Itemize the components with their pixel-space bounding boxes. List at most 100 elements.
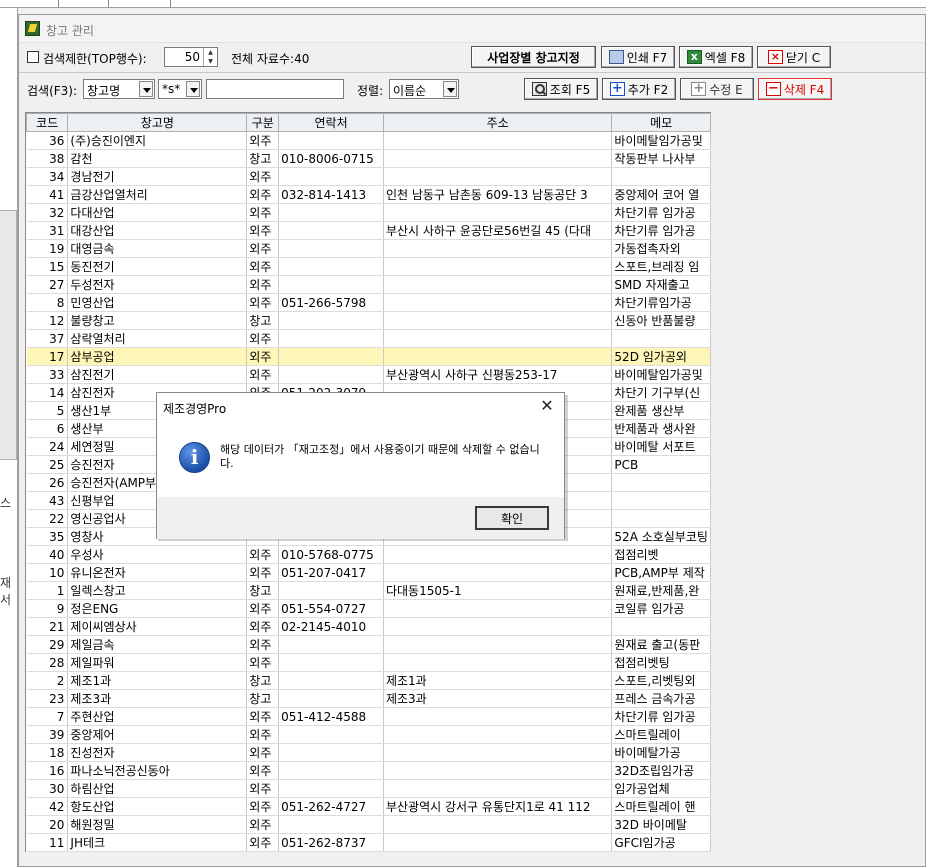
cell-code[interactable]: 9 bbox=[26, 599, 69, 618]
cell-memo[interactable]: 52D 임가공외 bbox=[611, 347, 711, 366]
cell-phone[interactable] bbox=[278, 671, 384, 690]
cell-type[interactable]: 창고 bbox=[246, 149, 280, 168]
add-button[interactable]: + 추가 F2 bbox=[602, 78, 676, 100]
cell-code[interactable]: 33 bbox=[26, 365, 69, 384]
cell-memo[interactable]: 32D조립임가공 bbox=[611, 761, 711, 780]
cell-phone[interactable] bbox=[278, 725, 384, 744]
cell-phone[interactable] bbox=[278, 743, 384, 762]
cell-code[interactable]: 30 bbox=[26, 779, 69, 798]
cell-type[interactable]: 창고 bbox=[246, 311, 280, 330]
cell-address[interactable]: 제조3과 bbox=[383, 689, 613, 708]
cell-code[interactable]: 20 bbox=[26, 815, 69, 834]
cell-name[interactable]: 파나소닉전공신동아 bbox=[67, 761, 248, 780]
cell-phone[interactable] bbox=[278, 365, 384, 384]
cell-memo[interactable] bbox=[611, 473, 711, 492]
table-row[interactable]: 9 정은ENG 외주 051-554-0727 코일류 임가공 bbox=[26, 599, 711, 618]
table-row[interactable]: 36 (주)승진이엔지 외주 바이메탈임가공및 bbox=[26, 131, 711, 150]
cell-code[interactable]: 27 bbox=[26, 275, 69, 294]
cell-phone[interactable]: 051-262-8737 bbox=[278, 833, 384, 852]
table-row[interactable]: 21 제이씨엠상사 외주 02-2145-4010 bbox=[26, 617, 711, 636]
cell-name[interactable]: 불량창고 bbox=[67, 311, 248, 330]
cell-address[interactable] bbox=[383, 347, 613, 366]
cell-memo[interactable] bbox=[611, 491, 711, 510]
cell-address[interactable] bbox=[383, 599, 613, 618]
table-row[interactable]: 41 금강산업열처리 외주 032-814-1413 인천 남동구 남촌동 609-13… bbox=[26, 185, 711, 204]
table-row[interactable]: 33 삼진전기 외주 부산광역시 사하구 신평동253-17 바이메탈임가공및 bbox=[26, 365, 711, 384]
cell-name[interactable]: 항도산업 bbox=[67, 797, 248, 816]
cell-name[interactable]: 정은ENG bbox=[67, 599, 248, 618]
cell-name[interactable]: 진성전자 bbox=[67, 743, 248, 762]
cell-code[interactable]: 31 bbox=[26, 221, 69, 240]
cell-phone[interactable] bbox=[278, 167, 384, 186]
cell-memo[interactable] bbox=[611, 329, 711, 348]
cell-name[interactable]: 제일금속 bbox=[67, 635, 248, 654]
table-row[interactable]: 15 동진전기 외주 스포트,브레징 임 bbox=[26, 257, 711, 276]
cell-name[interactable]: 대강산업 bbox=[67, 221, 248, 240]
cell-memo[interactable]: 52A 소호실부코팅 bbox=[611, 527, 711, 546]
cell-address[interactable] bbox=[383, 275, 613, 294]
cell-address[interactable] bbox=[383, 779, 613, 798]
spinner-buttons[interactable]: ▲ ▼ bbox=[203, 48, 217, 66]
table-row[interactable]: 16 파나소닉전공신동아 외주 32D조립임가공 bbox=[26, 761, 711, 780]
cell-name[interactable]: 주현산업 bbox=[67, 707, 248, 726]
cell-address[interactable] bbox=[383, 257, 613, 276]
cell-code[interactable]: 40 bbox=[26, 545, 69, 564]
site-warehouse-button[interactable]: 사업장별 창고지정 bbox=[471, 46, 596, 68]
cell-phone[interactable]: 02-2145-4010 bbox=[278, 617, 384, 636]
cell-memo[interactable]: 접점리벳팅 bbox=[611, 653, 711, 672]
cell-name[interactable]: 대영금속 bbox=[67, 239, 248, 258]
cell-type[interactable]: 외주 bbox=[246, 293, 280, 312]
cell-code[interactable]: 34 bbox=[26, 167, 69, 186]
cell-name[interactable]: 삼락열처리 bbox=[67, 329, 248, 348]
cell-name[interactable]: 해원정밀 bbox=[67, 815, 248, 834]
cell-address[interactable]: 부산광역시 강서구 유통단지1로 41 112 bbox=[383, 797, 613, 816]
chevron-down-icon[interactable] bbox=[443, 81, 457, 97]
cell-address[interactable] bbox=[383, 635, 613, 654]
cell-phone[interactable]: 051-207-0417 bbox=[278, 563, 384, 582]
cell-memo[interactable]: 접점리벳 bbox=[611, 545, 711, 564]
column-header-name[interactable]: 창고명 bbox=[67, 113, 248, 132]
delete-button[interactable]: − 삭제 F4 bbox=[758, 78, 832, 100]
table-row[interactable]: 11 JH테크 외주 051-262-8737 GFCI임가공 bbox=[26, 833, 711, 852]
table-row[interactable]: 18 진성전자 외주 바이메탈가공 bbox=[26, 743, 711, 762]
cell-address[interactable] bbox=[383, 761, 613, 780]
cell-name[interactable]: 제조1과 bbox=[67, 671, 248, 690]
cell-code[interactable]: 26 bbox=[26, 473, 69, 492]
table-row[interactable]: 39 중앙제어 외주 스마트릴레이 bbox=[26, 725, 711, 744]
table-row[interactable]: 29 제일금속 외주 원재료 출고(동판 bbox=[26, 635, 711, 654]
cell-address[interactable]: 부산시 사하구 윤공단로56번길 45 (다대 bbox=[383, 221, 613, 240]
cell-phone[interactable] bbox=[278, 635, 384, 654]
cell-name[interactable]: 감천 bbox=[67, 149, 248, 168]
cell-code[interactable]: 39 bbox=[26, 725, 69, 744]
cell-type[interactable]: 외주 bbox=[246, 329, 280, 348]
cell-type[interactable]: 외주 bbox=[246, 545, 280, 564]
cell-memo[interactable]: 차단기류 임가공 bbox=[611, 221, 711, 240]
cell-memo[interactable]: 바이메탈임가공및 bbox=[611, 131, 711, 150]
cell-memo[interactable]: 원재료,반제품,완 bbox=[611, 581, 711, 600]
table-row[interactable]: 31 대강산업 외주 부산시 사하구 윤공단로56번길 45 (다대 차단기류 임가공 bbox=[26, 221, 711, 240]
cell-name[interactable]: 금강산업열처리 bbox=[67, 185, 248, 204]
close-button[interactable]: × 닫기 C bbox=[757, 46, 831, 68]
cell-code[interactable]: 2 bbox=[26, 671, 69, 690]
table-row[interactable]: 8 민영산업 외주 051-266-5798 차단기류임가공 bbox=[26, 293, 711, 312]
cell-type[interactable]: 외주 bbox=[246, 707, 280, 726]
cell-code[interactable]: 11 bbox=[26, 833, 69, 852]
table-row[interactable]: 42 항도산업 외주 051-262-4727 부산광역시 강서구 유통단지1로 41 … bbox=[26, 797, 711, 816]
chevron-down-icon[interactable] bbox=[139, 81, 153, 97]
cell-memo[interactable]: 코일류 임가공 bbox=[611, 599, 711, 618]
cell-address[interactable] bbox=[383, 311, 613, 330]
cell-type[interactable]: 외주 bbox=[246, 761, 280, 780]
cell-type[interactable]: 외주 bbox=[246, 833, 280, 852]
search-field-select[interactable]: 창고명 bbox=[83, 79, 155, 99]
cell-code[interactable]: 19 bbox=[26, 239, 69, 258]
cell-name[interactable]: 삼진전기 bbox=[67, 365, 248, 384]
cell-name[interactable]: 일렉스창고 bbox=[67, 581, 248, 600]
edit-button[interactable]: + 수정 E bbox=[680, 78, 754, 100]
cell-code[interactable]: 42 bbox=[26, 797, 69, 816]
cell-code[interactable]: 36 bbox=[26, 131, 69, 150]
match-mode-select[interactable]: *s* bbox=[158, 79, 202, 99]
cell-code[interactable]: 37 bbox=[26, 329, 69, 348]
table-row[interactable]: 23 제조3과 창고 제조3과 프레스 금속가공 bbox=[26, 689, 711, 708]
cell-code[interactable]: 22 bbox=[26, 509, 69, 528]
search-limit-checkbox[interactable] bbox=[27, 51, 39, 63]
